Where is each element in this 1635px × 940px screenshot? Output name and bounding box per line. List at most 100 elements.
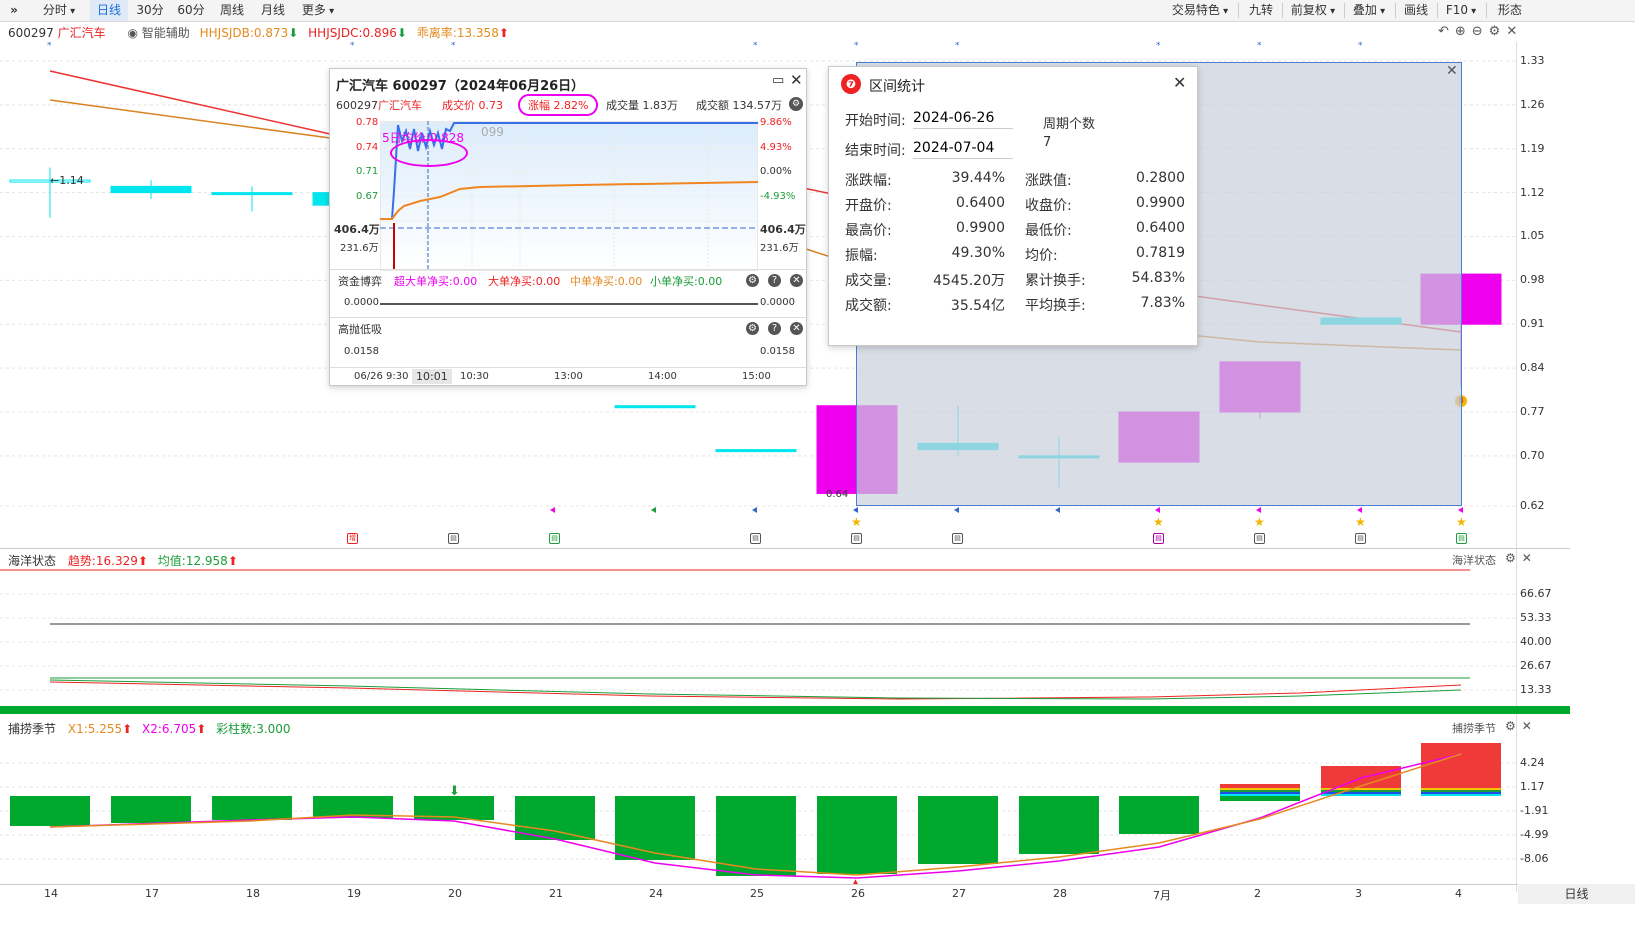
x-tick-label: 17 bbox=[145, 887, 159, 900]
stats-label: 涨跌幅: bbox=[845, 173, 892, 189]
hl-right: 0.0158 bbox=[760, 346, 795, 357]
candle-body bbox=[110, 185, 192, 194]
capture-bar bbox=[10, 796, 90, 826]
stats-label: 涨跌值: bbox=[1025, 173, 1072, 189]
x-tick-label: 7月 bbox=[1153, 889, 1171, 902]
indicator-hhjsjdc: HHJSJDC:0.896⬇ bbox=[308, 26, 407, 40]
y-tick-label: 0.70 bbox=[1520, 448, 1545, 462]
draw-button[interactable]: 画线 bbox=[1397, 0, 1435, 21]
asterisk-marker: * bbox=[753, 42, 758, 51]
intraday-title: 广汇汽车 600297（2024年06月26日） bbox=[336, 79, 585, 94]
time-label: 13:00 bbox=[554, 371, 583, 382]
fund-small: 小单净买:0.00 bbox=[650, 275, 723, 288]
capture-band bbox=[1421, 792, 1501, 794]
y-tick-label: 13.33 bbox=[1520, 683, 1552, 696]
adjust-menu[interactable]: 前复权 bbox=[1284, 0, 1342, 21]
time-label: 14:00 bbox=[648, 371, 677, 382]
y-tick-label: -8.06 bbox=[1520, 852, 1549, 865]
tab-60min[interactable]: 60分 bbox=[172, 0, 210, 21]
period-indicator[interactable]: 日线 bbox=[1518, 884, 1635, 904]
panel-divider[interactable] bbox=[0, 706, 1570, 714]
ocean-controls[interactable]: ⚙✕ bbox=[1505, 551, 1538, 565]
signal-icon[interactable]: ▤ bbox=[549, 533, 560, 544]
asterisk-marker: * bbox=[47, 42, 52, 51]
f10-menu[interactable]: F10 bbox=[1439, 0, 1483, 21]
close-icon[interactable]: ✕ bbox=[790, 274, 803, 287]
asterisk-marker: * bbox=[955, 42, 960, 51]
y-tick-label: 26.67 bbox=[1520, 659, 1552, 672]
capture-controls[interactable]: ⚙✕ bbox=[1505, 719, 1538, 733]
signal-icon[interactable]: ▤ bbox=[1254, 533, 1265, 544]
expand-icon[interactable]: » bbox=[4, 0, 24, 21]
y-tick-label: -1.91 bbox=[1520, 804, 1549, 817]
fund-big: 大单净买:0.00 bbox=[488, 275, 561, 288]
pattern-button[interactable]: 形态 bbox=[1490, 0, 1530, 21]
marker-icon bbox=[1357, 507, 1362, 513]
stats-value: 0.7819 bbox=[1136, 245, 1185, 261]
trade-feature-menu[interactable]: 交易特色 bbox=[1165, 0, 1235, 21]
stock-code: 600297 bbox=[8, 26, 54, 40]
nine-turn-button[interactable]: 九转 bbox=[1242, 0, 1280, 21]
stats-value: 39.44% bbox=[951, 170, 1005, 186]
stats-title: 区间统计 bbox=[869, 79, 925, 95]
gear-icon[interactable]: ⚙ bbox=[746, 322, 759, 335]
signal-icon[interactable]: ▤ bbox=[1355, 533, 1366, 544]
star-icon: ★ bbox=[851, 515, 862, 529]
gear-icon[interactable]: ⚙ bbox=[746, 274, 759, 287]
y-tick-label: 0.91 bbox=[1520, 317, 1545, 331]
signal-icon[interactable]: ▤ bbox=[1153, 533, 1164, 544]
end-label: 结束时间: bbox=[845, 143, 906, 159]
close-icon[interactable]: ✕ bbox=[790, 322, 803, 335]
signal-icon[interactable]: ▤ bbox=[1456, 533, 1467, 544]
help-icon[interactable]: ? bbox=[768, 274, 781, 287]
x-tick-label: 4 bbox=[1455, 887, 1462, 900]
overlay-menu[interactable]: 叠加 bbox=[1346, 0, 1392, 21]
capture-right-title: 捕捞季节 bbox=[1452, 722, 1496, 735]
interval-stats-popup[interactable]: ❼ 区间统计 ✕ 开始时间: 结束时间: 周期个数 7 涨跌幅: 39.44% 涨跌… bbox=[828, 66, 1198, 346]
capture-band bbox=[1220, 794, 1300, 796]
tab-monthly[interactable]: 月线 bbox=[254, 0, 292, 21]
signal-icon[interactable]: ▤ bbox=[851, 533, 862, 544]
intraday-popup[interactable]: 广汇汽车 600297（2024年06月26日） ▭ ✕ 600297广汇汽车 … bbox=[329, 68, 808, 386]
smart-assist-toggle[interactable]: ◉ 智能辅助 bbox=[127, 26, 189, 40]
chart-controls[interactable]: ↶⊕⊖⚙✕ bbox=[1438, 24, 1523, 39]
price-tick-label: 0.74 bbox=[356, 141, 379, 153]
close-icon[interactable]: ✕ bbox=[1173, 73, 1186, 92]
vol-left2: 231.6万 bbox=[340, 243, 379, 254]
marker-icon bbox=[1155, 507, 1160, 513]
app-logo-icon: ❼ bbox=[841, 74, 861, 94]
stats-value: 35.54亿 bbox=[950, 298, 1005, 314]
intraday-change: 涨幅 2.82% bbox=[518, 94, 599, 116]
signal-icon[interactable]: ▤ bbox=[448, 533, 459, 544]
y-tick-label: -4.99 bbox=[1520, 828, 1549, 841]
capture-band bbox=[1220, 788, 1300, 790]
tab-daily[interactable]: 日线 bbox=[90, 0, 128, 21]
start-date-input[interactable] bbox=[913, 107, 1013, 129]
tab-30min[interactable]: 30分 bbox=[131, 0, 169, 21]
end-date-input[interactable] bbox=[913, 137, 1013, 159]
signal-icon[interactable]: ▤ bbox=[952, 533, 963, 544]
x-tick-label: 18 bbox=[246, 887, 260, 900]
tab-weekly[interactable]: 周线 bbox=[213, 0, 251, 21]
maximize-icon[interactable]: ▭ bbox=[772, 73, 784, 88]
settings-icon[interactable]: ⚙ bbox=[789, 97, 803, 111]
tab-more[interactable]: 更多 bbox=[295, 0, 341, 21]
stats-label: 成交量: bbox=[845, 273, 892, 289]
asterisk-marker: * bbox=[451, 42, 456, 51]
close-icon[interactable]: ✕ bbox=[790, 71, 803, 89]
tab-intraday[interactable]: 分时 bbox=[32, 0, 86, 21]
marker-icon bbox=[954, 507, 959, 513]
signal-icon[interactable]: 增 bbox=[347, 533, 358, 544]
hl-title: 高抛低吸 bbox=[338, 323, 382, 336]
y-tick-label: 1.26 bbox=[1520, 97, 1545, 111]
stats-value: 4545.20万 bbox=[933, 273, 1005, 289]
selection-close-icon[interactable]: ✕ bbox=[1446, 63, 1458, 79]
help-icon[interactable]: ? bbox=[768, 322, 781, 335]
intraday-volume: 成交量 1.83万 bbox=[606, 99, 678, 112]
vol-right: 406.4万 bbox=[760, 223, 806, 236]
marker-icon bbox=[550, 507, 555, 513]
fund-super: 超大单净买:0.00 bbox=[394, 275, 478, 288]
stats-value: 0.9900 bbox=[1136, 195, 1185, 211]
y-tick-label: 1.33 bbox=[1520, 54, 1545, 67]
signal-icon[interactable]: ▤ bbox=[750, 533, 761, 544]
